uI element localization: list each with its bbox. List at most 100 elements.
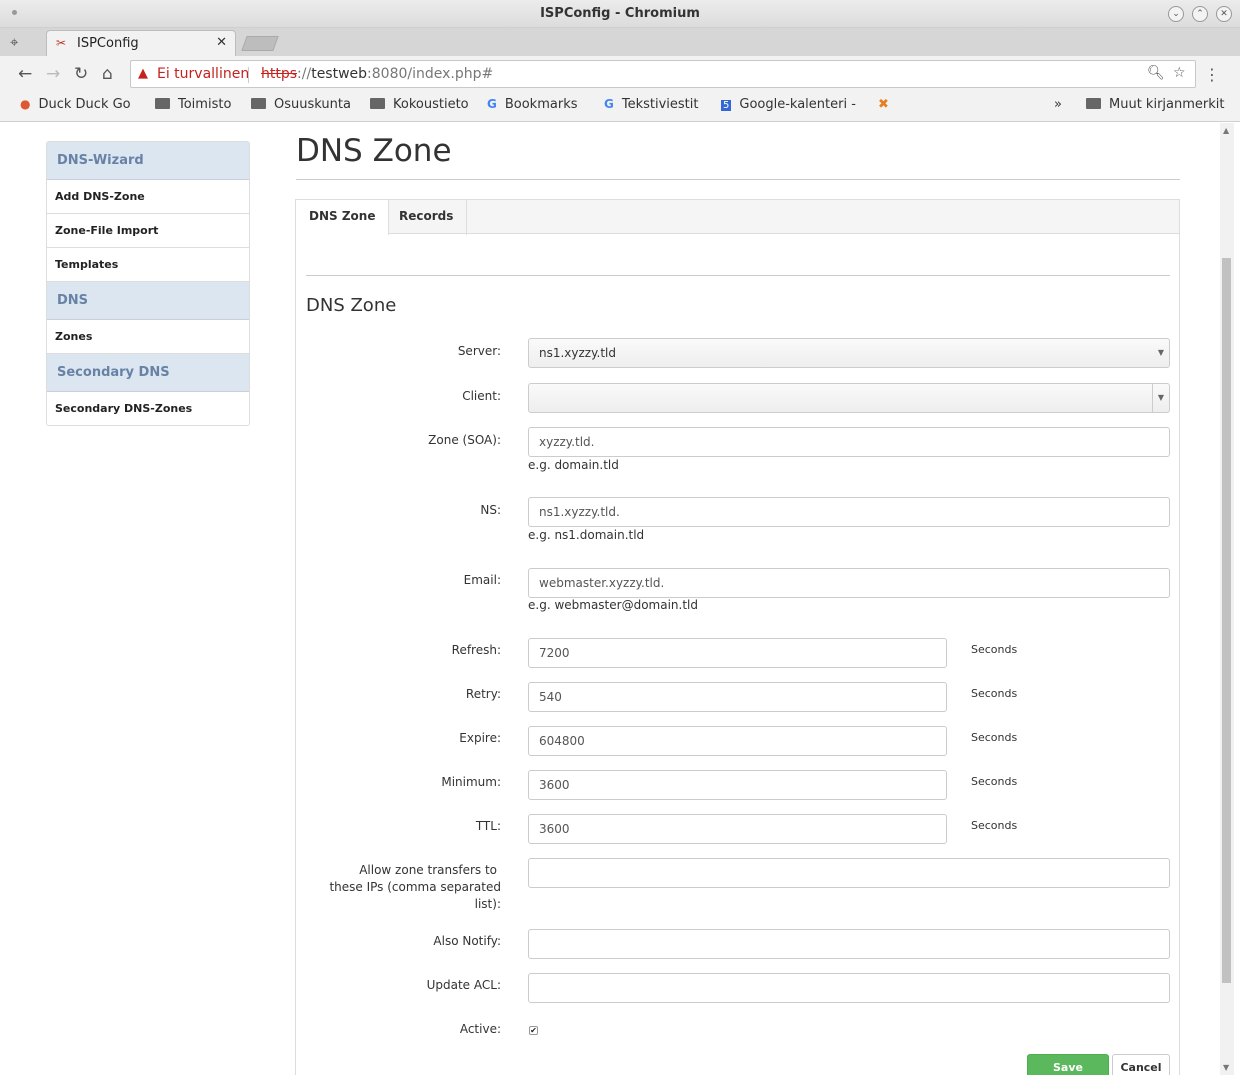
page-scrollbar[interactable]: ▲ ▼ — [1220, 123, 1234, 1075]
address-bar[interactable]: ▲ Ei turvallinen https://testweb:8080/in… — [130, 60, 1196, 88]
update-acl-input[interactable] — [528, 973, 1170, 1003]
retry-label: Retry: — [465, 687, 501, 701]
reload-icon[interactable]: ↻ — [74, 64, 88, 84]
expire-input[interactable]: 604800 — [528, 726, 947, 756]
ttl-label: TTL: — [475, 819, 501, 833]
refresh-input[interactable]: 7200 — [528, 638, 947, 668]
ttl-input[interactable]: 3600 — [528, 814, 947, 844]
sidebar-item-zones[interactable]: Zones — [47, 320, 249, 354]
zone-transfers-label-line-2: these IPs (comma separated — [329, 880, 501, 894]
warning-icon: ▲ — [138, 66, 148, 81]
bookmark-folder-kokoustieto[interactable]: Kokoustieto — [370, 97, 469, 112]
close-tab-icon[interactable]: ✕ — [216, 35, 227, 50]
dns-zone-form-panel: DNS Zone Records DNS Zone Server: ns1.xy… — [295, 199, 1180, 1075]
email-hint: e.g. webmaster@domain.tld — [528, 598, 698, 612]
tab-dns-zone[interactable]: DNS Zone — [296, 200, 390, 235]
forward-icon[interactable]: → — [46, 64, 60, 84]
duckduckgo-icon: ● — [20, 97, 31, 111]
ttl-unit: Seconds — [971, 819, 1018, 832]
browser-tabstrip: ⌖ ✂ ISPConfig ✕ — [0, 28, 1240, 57]
form-tabs: DNS Zone Records — [296, 200, 1179, 235]
server-select[interactable]: ns1.xyzzy.tld ▼ — [528, 338, 1170, 368]
zone-input[interactable]: xyzzy.tld. — [528, 427, 1170, 457]
sidebar-item-zone-file-import[interactable]: Zone-File Import — [47, 214, 249, 248]
title-divider — [296, 179, 1180, 180]
bookmark-bookmarks[interactable]: G Bookmarks — [487, 97, 578, 112]
save-button[interactable]: Save — [1027, 1054, 1109, 1075]
sidebar-item-secondary-dns-zones[interactable]: Secondary DNS-Zones — [47, 392, 249, 425]
google-icon: G — [487, 97, 497, 111]
bookmark-label: Toimisto — [178, 97, 232, 112]
sidebar-menu: DNS-Wizard Add DNS-Zone Zone-File Import… — [46, 141, 250, 426]
ns-label: NS: — [480, 503, 501, 517]
minimize-button[interactable]: ⌄ — [1168, 6, 1184, 22]
email-input[interactable]: webmaster.xyzzy.tld. — [528, 568, 1170, 598]
window-titlebar: ISPConfig - Chromium ⌄ ⌃ ✕ — [0, 0, 1240, 28]
url-text[interactable]: https://testweb:8080/index.php# — [261, 66, 493, 82]
bookmarks-overflow-button[interactable]: » — [1054, 97, 1062, 112]
update-acl-label: Update ACL: — [426, 978, 501, 992]
bookmark-x-icon[interactable]: ✖ — [878, 97, 889, 112]
zone-transfers-label-line-3: list): — [474, 897, 501, 911]
sidebar-heading-secondary-dns: Secondary DNS — [47, 354, 249, 392]
bookmark-label: Kokoustieto — [393, 97, 469, 112]
active-label: Active: — [459, 1022, 501, 1036]
omnibox-separator — [248, 67, 249, 83]
zone-transfers-input[interactable] — [528, 858, 1170, 888]
chevron-down-icon: ▼ — [1157, 348, 1164, 357]
scroll-down-icon[interactable]: ▼ — [1223, 1063, 1229, 1072]
bookmark-folder-toimisto[interactable]: Toimisto — [155, 97, 231, 112]
ns-input[interactable]: ns1.xyzzy.tld. — [528, 497, 1170, 527]
browser-menu-icon[interactable]: ⋮ — [1204, 65, 1220, 84]
back-icon[interactable]: ← — [18, 64, 32, 84]
browser-tab[interactable]: ✂ ISPConfig ✕ — [46, 30, 236, 57]
folder-icon — [370, 98, 385, 109]
retry-input[interactable]: 540 — [528, 682, 947, 712]
bookmark-label: Muut kirjanmerkit — [1109, 97, 1225, 112]
tab-title: ISPConfig — [77, 36, 139, 51]
active-checkbox[interactable]: ✔ — [529, 1026, 538, 1035]
bookmarks-bar: ● Duck Duck Go Toimisto Osuuskunta Kokous… — [0, 92, 1240, 122]
bookmark-label: Duck Duck Go — [38, 97, 131, 112]
zone-transfers-label-line-1: Allow zone transfers to — [359, 863, 497, 877]
expire-label: Expire: — [459, 731, 501, 745]
url-sep: :// — [297, 66, 312, 82]
scroll-up-icon[interactable]: ▲ — [1223, 126, 1229, 135]
zoom-icon[interactable]: 🔍︎ — [1147, 65, 1165, 81]
sidebar-item-add-dns-zone[interactable]: Add DNS-Zone — [47, 180, 249, 214]
google-icon: G — [604, 97, 614, 111]
refresh-label: Refresh: — [451, 643, 501, 657]
cancel-button[interactable]: Cancel — [1112, 1054, 1170, 1075]
also-notify-input[interactable] — [528, 929, 1170, 959]
server-label: Server: — [457, 344, 501, 358]
bookmark-folder-osuuskunta[interactable]: Osuuskunta — [251, 97, 351, 112]
section-divider — [306, 275, 1170, 276]
bookmark-tekstiviestit[interactable]: G Tekstiviestit — [604, 97, 698, 112]
bookmark-label: Bookmarks — [504, 97, 578, 112]
new-tab-button[interactable] — [241, 36, 279, 51]
scrollbar-thumb[interactable] — [1222, 258, 1231, 983]
tab-records[interactable]: Records — [386, 200, 468, 235]
zone-transfers-label: Allow zone transfers to these IPs (comma… — [301, 862, 501, 913]
url-host: testweb — [311, 66, 368, 82]
client-select[interactable]: ▼ — [528, 383, 1170, 413]
retry-unit: Seconds — [971, 687, 1018, 700]
refresh-unit: Seconds — [971, 643, 1018, 656]
other-bookmarks-folder[interactable]: Muut kirjanmerkit — [1086, 97, 1224, 112]
bookmark-star-icon[interactable]: ☆ — [1173, 65, 1186, 81]
ispconfig-favicon-icon: ✂ — [56, 36, 67, 50]
security-label[interactable]: Ei turvallinen — [157, 66, 249, 82]
folder-icon — [1086, 98, 1101, 109]
home-icon[interactable]: ⌂ — [102, 64, 113, 84]
url-protocol: https — [261, 66, 298, 82]
maximize-button[interactable]: ⌃ — [1192, 6, 1208, 22]
close-window-button[interactable]: ✕ — [1216, 6, 1232, 22]
minimum-unit: Seconds — [971, 775, 1018, 788]
sidebar-item-templates[interactable]: Templates — [47, 248, 249, 282]
calendar-icon: 5 — [721, 100, 732, 111]
sidebar-heading-dns-wizard: DNS-Wizard — [47, 142, 249, 180]
minimum-label: Minimum: — [441, 775, 501, 789]
minimum-input[interactable]: 3600 — [528, 770, 947, 800]
bookmark-google-calendar[interactable]: 5 Google-kalenteri - — [721, 97, 856, 112]
bookmark-duckduckgo[interactable]: ● Duck Duck Go — [20, 97, 131, 112]
